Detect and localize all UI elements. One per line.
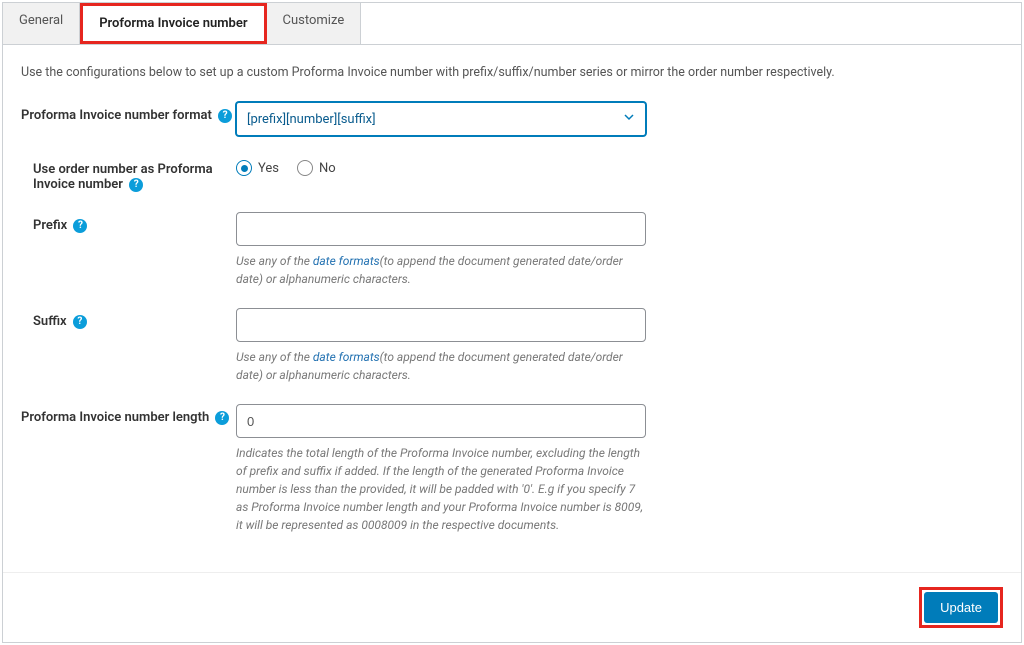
suffix-helper: Use any of the date formats(to append th… [236,348,646,384]
content-area: Use the configurations below to set up a… [3,45,1021,572]
help-icon[interactable]: ? [129,178,143,192]
row-length: Proforma Invoice number length ? Indicat… [21,404,1003,534]
settings-panel: General Proforma Invoice number Customiz… [2,2,1022,643]
radio-yes[interactable]: Yes [236,160,279,176]
radio-icon-unchecked [297,160,313,176]
radio-no[interactable]: No [297,160,336,176]
footer: Update [3,572,1021,642]
suffix-input[interactable] [236,308,646,342]
length-helper: Indicates the total length of the Profor… [236,444,646,534]
row-suffix: Suffix ? Use any of the date formats(to … [21,308,1003,384]
tab-customize[interactable]: Customize [267,3,362,44]
help-icon[interactable]: ? [215,411,229,425]
radio-icon-checked [236,160,252,176]
row-format: Proforma Invoice number format ? [prefix… [21,102,1003,136]
row-prefix: Prefix ? Use any of the date formats(to … [21,212,1003,288]
chevron-down-icon [623,111,635,127]
prefix-input[interactable] [236,212,646,246]
update-highlight: Update [919,587,1003,628]
radio-yes-label: Yes [258,161,279,176]
tab-general[interactable]: General [3,3,80,44]
length-input[interactable] [236,404,646,438]
label-format: Proforma Invoice number format ? [21,102,236,123]
prefix-helper: Use any of the date formats(to append th… [236,252,646,288]
radio-no-label: No [319,161,336,176]
label-use-order: Use order number as Proforma Invoice num… [21,156,236,192]
label-prefix: Prefix ? [21,212,236,233]
help-icon[interactable]: ? [73,219,87,233]
help-icon[interactable]: ? [218,109,232,123]
tab-proforma-invoice-number[interactable]: Proforma Invoice number [80,3,266,44]
row-use-order: Use order number as Proforma Invoice num… [21,156,1003,192]
use-order-radio-group: Yes No [236,156,646,176]
settings-description: Use the configurations below to set up a… [21,65,1003,80]
date-formats-link[interactable]: date formats [313,350,380,364]
format-select[interactable]: [prefix][number][suffix] [236,102,646,136]
tabs-bar: General Proforma Invoice number Customiz… [3,3,1021,45]
update-button[interactable]: Update [924,592,998,623]
help-icon[interactable]: ? [73,315,87,329]
label-suffix: Suffix ? [21,308,236,329]
format-select-value: [prefix][number][suffix] [247,112,376,127]
date-formats-link[interactable]: date formats [313,254,380,268]
label-length: Proforma Invoice number length ? [21,404,236,425]
